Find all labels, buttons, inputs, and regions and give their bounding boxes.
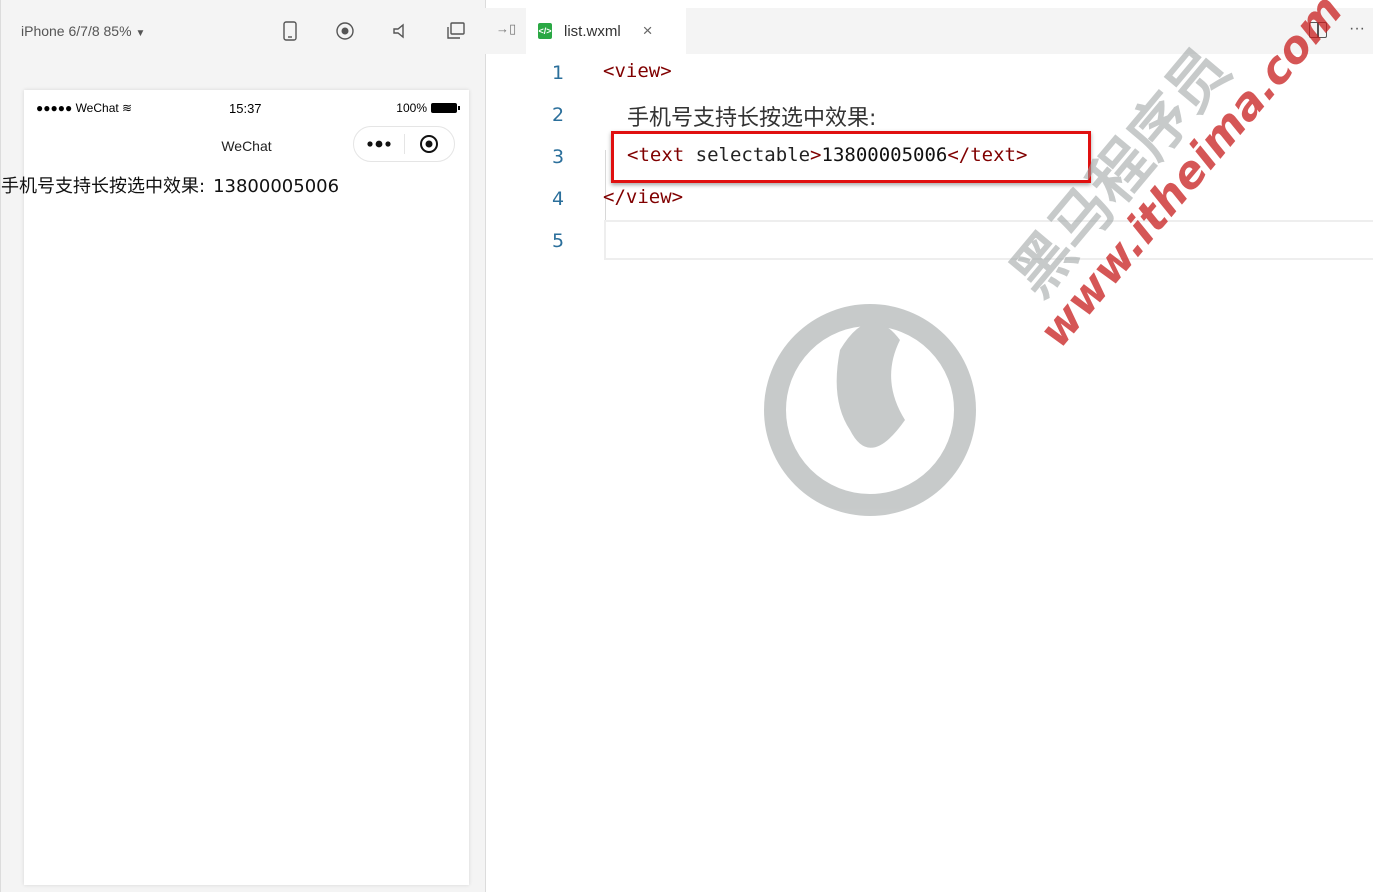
capsule-close-button[interactable] [405, 127, 455, 161]
highlight-box [611, 131, 1091, 183]
battery-percent: 100% [396, 101, 427, 115]
code-line: 4 </view> [486, 180, 1373, 222]
phone-screen: ●●●●● WeChat ≋ 15:37 100% WeChat 手机号支持长按… [1, 90, 469, 885]
code-text: 手机号支持长按选中效果: [627, 106, 877, 131]
status-carrier: ●●●●● WeChat ≋ [36, 101, 132, 115]
caret-down-icon: ▼ [135, 28, 146, 39]
speaker-icon[interactable] [389, 20, 411, 42]
more-dots-button[interactable] [354, 127, 404, 161]
status-battery: 100% [396, 101, 460, 115]
tab-list-wxml[interactable]: </> list.wxml × [526, 8, 686, 54]
phone-icon[interactable] [279, 20, 301, 42]
tab-filename: list.wxml [564, 22, 621, 40]
device-select[interactable]: iPhone 6/7/8 85% ▼ [21, 23, 145, 39]
battery-icon [431, 103, 460, 113]
tab-bar: →▯ </> list.wxml × ··· [486, 8, 1373, 54]
capsule-menu [353, 126, 455, 162]
window-icon[interactable] [445, 20, 467, 42]
nav-bar: WeChat [24, 126, 469, 170]
device-label: iPhone 6/7/8 85% [21, 23, 132, 39]
line-number: 5 [551, 230, 565, 252]
carrier-text: ●●●●● WeChat [36, 101, 119, 115]
editor-pane: →▯ </> list.wxml × ··· 1 <view> 2 手机号支持长… [486, 0, 1373, 892]
code-line: 1 <view> [486, 54, 1373, 96]
page-label: 手机号支持长按选中效果: [1, 176, 206, 197]
line-number: 1 [551, 62, 565, 84]
page-content: 手机号支持长按选中效果: 13800005006 [1, 172, 339, 198]
wifi-icon: ≋ [118, 101, 133, 115]
collapse-sidebar-icon[interactable]: →▯ [496, 21, 516, 37]
code-line: 5 [486, 222, 1373, 264]
code-text: </view> [603, 186, 684, 208]
code-text: <view> [603, 60, 672, 82]
more-actions-icon[interactable]: ··· [1349, 20, 1365, 38]
status-time: 15:37 [229, 101, 262, 116]
split-editor-icon[interactable] [1309, 22, 1327, 38]
wxml-file-icon: </> [538, 23, 552, 39]
phone-number-text[interactable]: 13800005006 [213, 176, 339, 197]
simulator-toolbar: iPhone 6/7/8 85% ▼ [1, 8, 486, 54]
close-icon[interactable]: × [643, 21, 653, 41]
target-icon [420, 135, 439, 153]
line-number: 3 [551, 146, 565, 168]
simulator-pane: iPhone 6/7/8 85% ▼ ●●●●● WeChat ≋ 15:37 1… [0, 0, 486, 892]
line-number: 4 [551, 188, 565, 210]
more-dots-icon [367, 140, 391, 148]
status-bar: ●●●●● WeChat ≋ 15:37 100% [24, 90, 469, 126]
code-editor[interactable]: 1 <view> 2 手机号支持长按选中效果: 3 <text selectab… [486, 54, 1373, 892]
line-number: 2 [551, 104, 565, 126]
record-icon[interactable] [334, 20, 356, 42]
